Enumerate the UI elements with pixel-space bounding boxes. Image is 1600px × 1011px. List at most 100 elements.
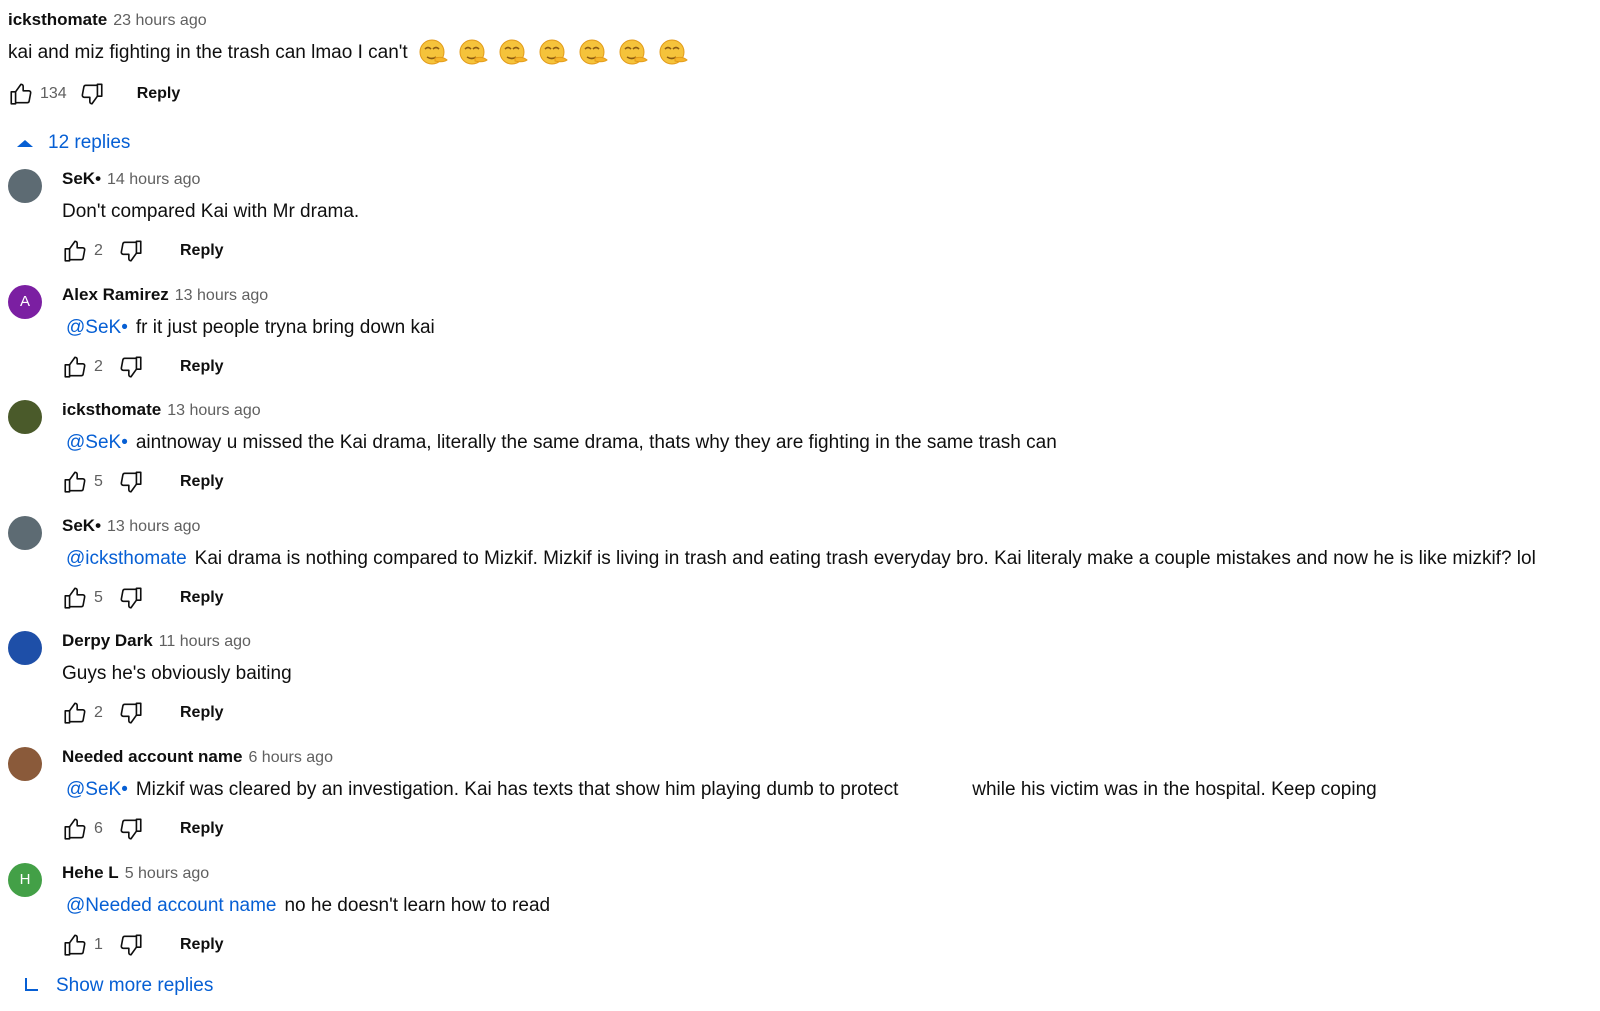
avatar[interactable]: A (8, 284, 42, 319)
reply-button[interactable]: Reply (180, 936, 224, 954)
like-button[interactable] (62, 238, 88, 264)
reply-item: Derpy Dark 11 hours ago Guys he's obviousl… (8, 631, 1588, 731)
like-button[interactable] (62, 816, 88, 842)
like-button[interactable] (62, 585, 88, 611)
like-button[interactable] (62, 469, 88, 495)
reply-author[interactable]: Derpy Dark (62, 631, 153, 651)
comment-author[interactable]: icksthomate (8, 10, 107, 30)
dislike-button[interactable] (118, 700, 144, 726)
avatar[interactable] (8, 400, 42, 435)
reply-text: Don't compared Kai with Mr drama. (62, 199, 359, 225)
thumbs-down-icon (120, 702, 142, 724)
like-count: 2 (94, 242, 103, 259)
reply-item: Needed account name 6 hours ago @SeK• Mizki… (8, 747, 1588, 847)
reply-author[interactable]: SeK• (62, 169, 101, 189)
reply-arrow-icon (25, 978, 38, 991)
avatar[interactable]: H (8, 862, 42, 897)
thumbs-down-icon (120, 356, 142, 378)
reply-timestamp[interactable]: 13 hours ago (175, 287, 268, 305)
like-count: 5 (94, 473, 103, 491)
thumbs-up-icon (64, 818, 86, 840)
reply-button[interactable]: Reply (180, 589, 224, 607)
reply-author[interactable]: Needed account name (62, 747, 242, 767)
thumbs-down-icon (81, 83, 103, 105)
reply-text: @SeK• aintnoway u missed the Kai drama, l… (62, 430, 1057, 456)
reply-timestamp[interactable]: 11 hours ago (159, 633, 251, 651)
replies-toggle[interactable]: 12 replies (16, 132, 130, 154)
reply-actions: 5 Reply (62, 582, 1536, 614)
mention-link[interactable]: @SeK• (66, 779, 128, 800)
thumbs-up-icon (64, 934, 86, 956)
avatar[interactable] (8, 515, 42, 550)
like-button[interactable] (8, 81, 34, 107)
thumbs-down-icon (120, 818, 142, 840)
dislike-button[interactable] (118, 932, 144, 958)
reply-actions: 5 Reply (62, 466, 1057, 498)
dislike-button[interactable] (118, 469, 144, 495)
reply-timestamp[interactable]: 13 hours ago (107, 518, 200, 536)
mention-link[interactable]: @SeK• (66, 432, 128, 453)
comment-actions: 134 Reply (8, 78, 691, 110)
reply-body: Guys he's obviously baiting (62, 663, 292, 685)
replies-count-label: 12 replies (48, 132, 131, 153)
mention-link[interactable]: @icksthomate (66, 548, 187, 569)
like-button[interactable] (62, 354, 88, 380)
avatar[interactable] (8, 631, 42, 666)
like-count: 134 (40, 85, 67, 102)
reply-body: no he doesn't learn how to read (284, 894, 551, 916)
dislike-button[interactable] (118, 238, 144, 264)
reply-author[interactable]: Hehe L (62, 863, 119, 883)
like-button[interactable] (62, 932, 88, 958)
avatar-letter: H (19, 871, 31, 889)
reply-button[interactable]: Reply (137, 85, 181, 103)
reply-button[interactable]: Reply (180, 242, 224, 260)
reply-item: icksthomate 13 hours ago @SeK• aintnoway u … (8, 400, 1588, 500)
comment-text: kai and miz fighting in the trash can lm… (8, 38, 691, 68)
reply-button[interactable]: Reply (180, 704, 224, 722)
emoji-row (417, 38, 691, 68)
dislike-button[interactable] (118, 816, 144, 842)
avatar[interactable] (8, 747, 42, 781)
dislike-button[interactable] (79, 81, 105, 107)
shushing-face-icon (457, 38, 491, 68)
like-count: 6 (94, 820, 103, 837)
reply-text: Guys he's obviously baiting (62, 661, 292, 687)
reply-author[interactable]: Alex Ramirez (62, 285, 169, 305)
top-comment: icksthomate 23 hours ago kai and miz fig… (8, 10, 691, 110)
avatar-letter: A (19, 293, 30, 311)
thumbs-up-icon (64, 702, 86, 724)
dislike-button[interactable] (118, 585, 144, 611)
reply-button[interactable]: Reply (180, 473, 224, 491)
mention-link[interactable]: @SeK• (66, 317, 128, 338)
reply-body: Don't compared Kai with Mr drama. (62, 201, 360, 222)
thumbs-up-icon (10, 83, 32, 105)
reply-body: aintnoway u missed the Kai drama, litera… (135, 432, 1057, 454)
avatar[interactable] (8, 169, 42, 203)
reply-text: @SeK• fr it just people tryna bring down … (62, 315, 435, 341)
thumbs-up-icon (64, 356, 86, 378)
reply-timestamp[interactable]: 14 hours ago (107, 171, 200, 189)
reply-author[interactable]: SeK• (62, 516, 101, 536)
reply-author[interactable]: icksthomate (62, 400, 161, 420)
reply-actions: 1 Reply (62, 929, 550, 961)
like-button[interactable] (62, 700, 88, 726)
dislike-button[interactable] (118, 354, 144, 380)
comment-body: kai and miz fighting in the trash can lm… (8, 42, 408, 64)
mention-link[interactable]: @Needed account name (66, 895, 276, 916)
reply-body: Kai drama is nothing compared to Mizkif.… (194, 547, 1536, 569)
reply-timestamp[interactable]: 6 hours ago (248, 749, 333, 767)
comment-timestamp[interactable]: 23 hours ago (113, 12, 206, 30)
reply-timestamp[interactable]: 5 hours ago (125, 865, 210, 883)
reply-button[interactable]: Reply (180, 820, 224, 838)
reply-button[interactable]: Reply (180, 358, 224, 376)
reply-actions: 2 Reply (62, 235, 359, 267)
show-more-replies-button[interactable]: Show more replies (22, 975, 213, 997)
thumbs-up-icon (64, 587, 86, 609)
shushing-face-icon (417, 38, 451, 68)
like-count: 2 (94, 704, 103, 722)
reply-timestamp[interactable]: 13 hours ago (167, 402, 260, 420)
like-count: 2 (94, 357, 103, 375)
shushing-face-icon (657, 38, 691, 68)
thumbs-up-icon (64, 471, 86, 493)
thumbs-down-icon (120, 240, 142, 262)
